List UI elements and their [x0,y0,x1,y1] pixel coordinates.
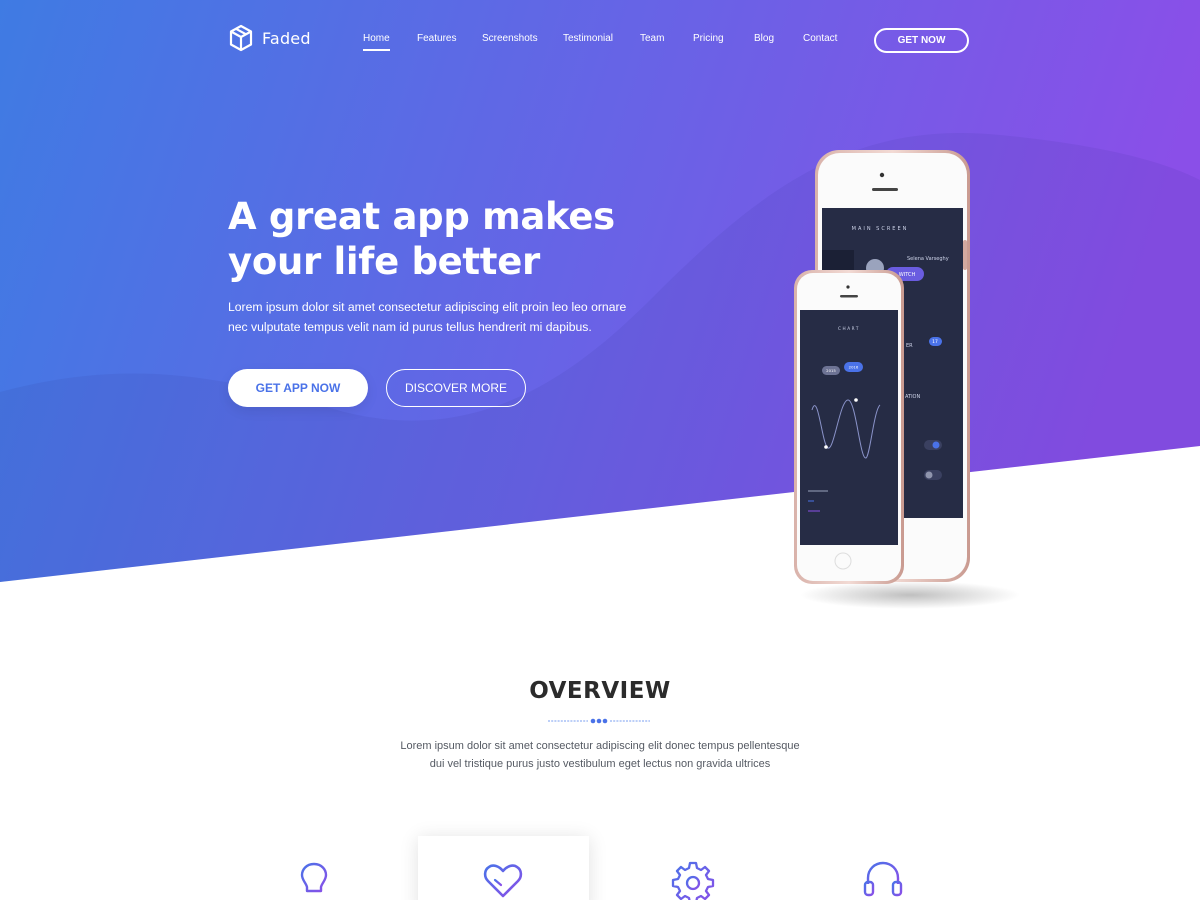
nav-link-testimonial[interactable]: Testimonial [563,33,613,44]
headset-icon [863,861,903,897]
headline-line1-rest: app makes [379,195,615,238]
headline-line2: your life better [228,240,540,283]
nav-link-pricing[interactable]: Pricing [693,33,724,44]
nav-link-blog[interactable]: Blog [754,33,774,44]
back-phone-user-name: Selena Varseghy [907,256,949,262]
nav-link-screenshots[interactable]: Screenshots [482,33,538,44]
phone-mockups-illustration: MAIN SCREEN Selena Varseghy WITCH ER 17 … [794,150,1020,609]
nav-link-contact[interactable]: Contact [803,33,837,44]
front-phone-screen-title: CHART [838,326,860,331]
get-app-now-button[interactable]: GET APP NOW [228,369,368,407]
hero-section: Faded Home Features Screenshots Testimon… [0,0,1200,609]
nav-link-team[interactable]: Team [640,33,664,44]
overview-divider [548,718,650,724]
hero-headline: A great app makes your life better [228,194,748,284]
nav-link-features[interactable]: Features [417,33,456,44]
top-navigation: Faded Home Features Screenshots Testimon… [0,0,1200,80]
headline-prefix: A [228,195,269,238]
back-phone-row-label-1: ER [906,343,913,349]
front-phone-pill-1: 2015 [826,368,836,373]
gear-icon [671,861,715,900]
hero-description: Lorem ipsum dolor sit amet consectetur a… [228,300,627,334]
get-now-button[interactable]: GET NOW [874,28,969,53]
back-phone-switch-label: WITCH [899,272,916,278]
discover-more-button[interactable]: DISCOVER MORE [386,369,526,407]
back-phone-badge-1: 17 [932,339,938,345]
back-phone-row-label-2: ATION [905,394,920,400]
heart-icon [483,864,523,898]
front-phone: CHART 2015 2016 [794,270,904,584]
back-phone-screen-title: MAIN SCREEN [852,226,909,232]
overview-description: Lorem ipsum dolor sit amet consectetur a… [400,740,800,770]
nav-link-home[interactable]: Home [363,33,390,51]
headline-emphasis: great [268,195,380,238]
front-phone-pill-2: 2016 [849,365,859,370]
nav-links: Home Features Screenshots Testimonial Te… [0,33,1200,53]
lightbulb-icon [300,862,328,897]
overview-title: OVERVIEW [529,678,671,704]
phone-shadow [800,581,1020,609]
